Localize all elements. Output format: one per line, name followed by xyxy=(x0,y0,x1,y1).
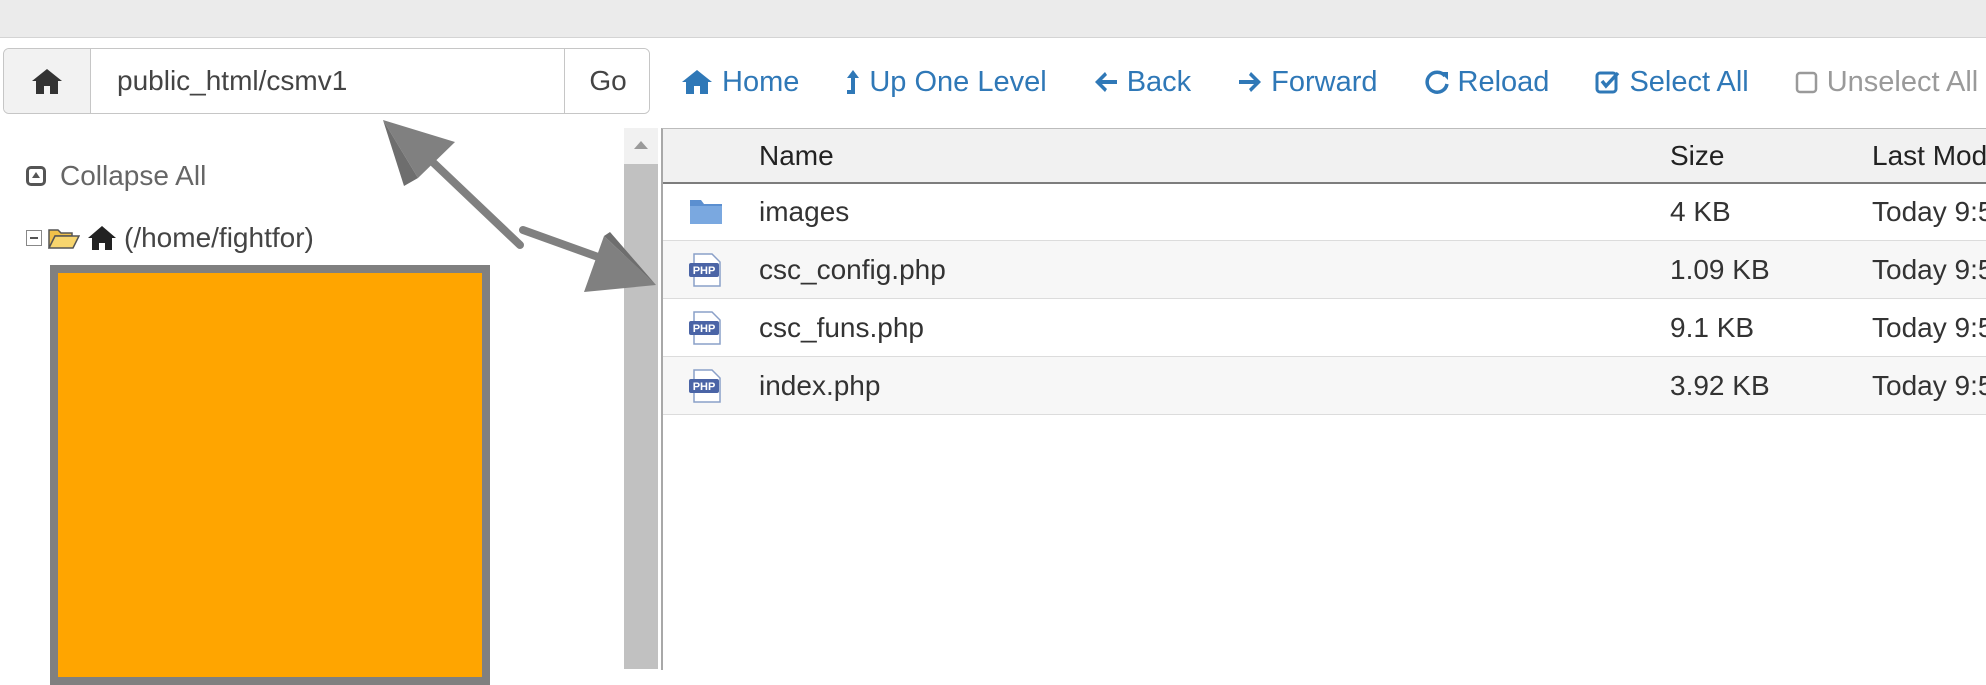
column-header-name[interactable]: Name xyxy=(759,129,834,182)
scrollbar-thumb[interactable] xyxy=(624,164,658,669)
file-size: 1.09 KB xyxy=(1670,254,1770,285)
column-header-last-modified[interactable]: Last Modified xyxy=(1872,129,1986,182)
forward-label: Forward xyxy=(1271,65,1378,98)
up-one-level-label: Up One Level xyxy=(869,65,1047,98)
tree-root-item[interactable]: (/home/fightfor) xyxy=(26,222,314,254)
unselect-all-label: Unselect All xyxy=(1826,65,1979,98)
up-one-level-button[interactable]: Up One Level xyxy=(845,65,1047,99)
table-row[interactable]: images 4 KB Today 9:55 AM xyxy=(663,183,1986,241)
php-file-icon: PHP xyxy=(689,311,721,345)
back-button[interactable]: Back xyxy=(1093,66,1191,99)
file-modified: Today 9:55 AM xyxy=(1872,254,1986,285)
home-icon xyxy=(32,69,62,94)
tree-expander-icon[interactable] xyxy=(26,230,42,246)
file-modified: Today 9:55 AM xyxy=(1872,312,1986,343)
home-button-label: Home xyxy=(722,65,800,98)
table-row[interactable]: PHP csc_funs.php 9.1 KB Today 9:55 AM xyxy=(663,299,1986,357)
svg-text:PHP: PHP xyxy=(693,265,716,277)
folder-icon xyxy=(690,200,722,224)
file-size: 4 KB xyxy=(1670,196,1731,227)
reload-button[interactable]: Reload xyxy=(1424,65,1550,99)
path-input[interactable] xyxy=(91,49,564,113)
file-list: Name Size Last Modified images 4 KB Toda… xyxy=(661,128,1986,670)
arrow-right-icon xyxy=(1239,72,1262,92)
path-bar: Go xyxy=(3,48,650,114)
table-header: Name Size Last Modified xyxy=(663,129,1986,184)
forward-button[interactable]: Forward xyxy=(1237,65,1378,99)
checkbox-checked-icon xyxy=(1595,71,1620,94)
back-label: Back xyxy=(1126,65,1192,98)
column-header-size[interactable]: Size xyxy=(1670,129,1724,182)
annotation-arrow-to-path-icon xyxy=(383,120,524,249)
select-all-label: Select All xyxy=(1629,65,1749,98)
php-file-icon: PHP xyxy=(689,369,721,403)
home-icon xyxy=(88,226,116,250)
table-row[interactable]: PHP csc_config.php 1.09 KB Today 9:55 AM xyxy=(663,241,1986,299)
checkbox-empty-icon xyxy=(1795,71,1817,94)
home-directory-button[interactable] xyxy=(4,49,91,113)
redacted-area xyxy=(50,265,490,685)
php-file-icon: PHP xyxy=(689,253,721,287)
go-button[interactable]: Go xyxy=(564,49,649,113)
tree-scrollbar[interactable] xyxy=(624,128,658,669)
file-modified: Today 9:55 AM xyxy=(1872,370,1986,401)
select-all-button[interactable]: Select All xyxy=(1595,65,1749,99)
unselect-all-button[interactable]: Unselect All xyxy=(1795,65,1979,99)
file-name[interactable]: images xyxy=(759,183,849,240)
table-row[interactable]: PHP index.php 3.92 KB Today 9:55 AM xyxy=(663,357,1986,415)
file-size: 9.1 KB xyxy=(1670,312,1755,343)
file-name[interactable]: index.php xyxy=(759,357,880,414)
collapse-icon xyxy=(26,166,46,186)
scroll-up-arrow-icon[interactable] xyxy=(624,136,658,154)
svg-text:PHP: PHP xyxy=(693,381,716,393)
folder-open-icon xyxy=(48,229,80,249)
file-toolbar: Home Up One Level Back Forward Reload Se… xyxy=(680,62,1986,102)
tree-root-label: (/home/fightfor) xyxy=(124,222,314,253)
home-button[interactable]: Home xyxy=(680,66,799,99)
home-icon xyxy=(682,70,712,94)
reload-label: Reload xyxy=(1457,65,1550,98)
browser-top-strip xyxy=(0,0,1986,38)
collapse-all-button[interactable]: Collapse All xyxy=(26,160,206,192)
level-up-icon xyxy=(847,70,860,94)
refresh-icon xyxy=(1425,70,1449,94)
file-name[interactable]: csc_funs.php xyxy=(759,299,924,356)
file-modified: Today 9:55 AM xyxy=(1872,196,1986,227)
svg-text:PHP: PHP xyxy=(693,323,716,335)
file-name[interactable]: csc_config.php xyxy=(759,241,946,298)
file-size: 3.92 KB xyxy=(1670,370,1770,401)
arrow-left-icon xyxy=(1094,72,1117,92)
collapse-all-label: Collapse All xyxy=(60,160,207,191)
